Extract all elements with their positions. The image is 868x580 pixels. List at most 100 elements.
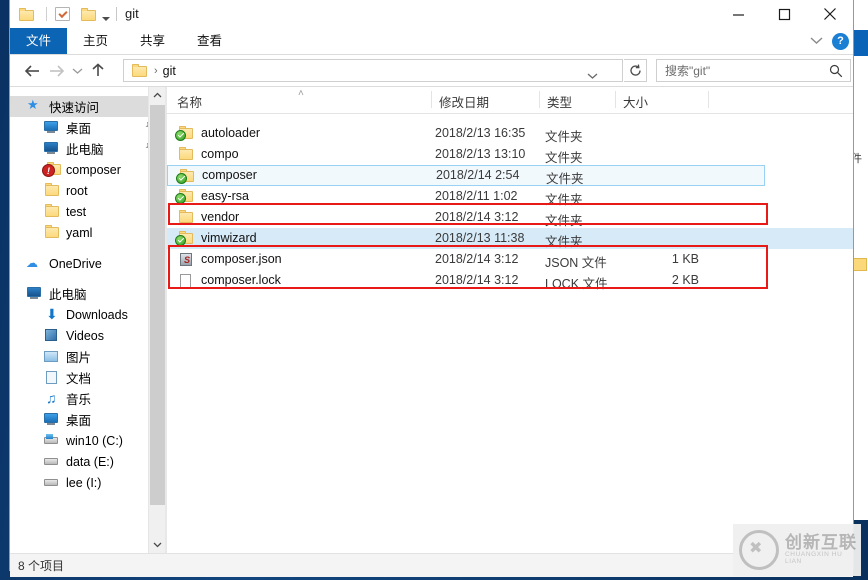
file-name: compo bbox=[201, 147, 239, 161]
breadcrumb-item-git[interactable]: git bbox=[163, 64, 176, 78]
tab-view[interactable]: 查看 bbox=[181, 28, 238, 54]
sidebar-item-music[interactable]: ♫ 音乐 bbox=[10, 388, 165, 409]
refresh-button[interactable] bbox=[624, 59, 647, 82]
sidebar-item-quick-access[interactable]: 快速访问 bbox=[10, 96, 165, 117]
status-item-count: 8 个项目 bbox=[18, 559, 65, 573]
videos-icon bbox=[43, 328, 60, 343]
sidebar-item-yaml[interactable]: yaml bbox=[10, 222, 165, 243]
column-header-type[interactable]: 类型 bbox=[547, 92, 572, 111]
sidebar-item-win10-c[interactable]: win10 (C:) bbox=[10, 430, 165, 451]
file-type: 文件夹 bbox=[546, 172, 584, 186]
watermark-en-text: CHUANGXIN HU LIAN bbox=[785, 551, 843, 565]
recent-locations-button[interactable] bbox=[68, 55, 86, 86]
column-header-date[interactable]: 修改日期 bbox=[439, 92, 489, 111]
breadcrumb-dropdown-icon[interactable] bbox=[587, 69, 598, 83]
table-row[interactable]: composer 2018/2/14 2:54 文件夹 bbox=[167, 165, 765, 186]
scroll-up-button[interactable] bbox=[149, 87, 165, 104]
sidebar-item-downloads[interactable]: ⬇ Downloads bbox=[10, 304, 165, 325]
sidebar-item-label: root bbox=[66, 183, 88, 198]
folder-icon bbox=[43, 183, 60, 198]
qat-new-folder-button[interactable] bbox=[81, 5, 97, 23]
sidebar-item-test[interactable]: test bbox=[10, 201, 165, 222]
sidebar-item-label: 桌面 bbox=[66, 122, 92, 136]
onedrive-icon: ☁ bbox=[26, 256, 38, 270]
column-headers: 名称 ˄ 修改日期 类型 大小 bbox=[167, 87, 853, 114]
folder-synced-icon bbox=[175, 126, 194, 141]
navigation-scrollbar[interactable] bbox=[148, 87, 165, 553]
sidebar-item-documents[interactable]: 文档 bbox=[10, 367, 165, 388]
sidebar-item-label: test bbox=[66, 204, 87, 219]
navigation-pane[interactable]: 快速访问 桌面 此电脑 ! composer bbox=[10, 87, 165, 553]
computer-icon bbox=[43, 141, 60, 156]
minimize-button[interactable] bbox=[715, 0, 761, 28]
watermark-logo-icon bbox=[739, 530, 779, 570]
maximize-button[interactable] bbox=[761, 0, 807, 28]
file-date: 2018/2/13 13:10 bbox=[435, 147, 526, 161]
magnifier-icon[interactable] bbox=[829, 64, 843, 81]
table-row[interactable]: compo 2018/2/13 13:10 文件夹 bbox=[167, 144, 853, 165]
sidebar-item-composer[interactable]: ! composer bbox=[10, 159, 165, 180]
file-date: 2018/2/14 2:54 bbox=[436, 168, 520, 182]
file-date: 2018/2/14 3:12 bbox=[435, 210, 519, 224]
documents-icon bbox=[43, 370, 60, 385]
folder-icon bbox=[81, 7, 97, 21]
file-name: composer.lock bbox=[201, 273, 281, 287]
windows-drive-icon bbox=[43, 433, 60, 448]
scrollbar-thumb[interactable] bbox=[150, 105, 165, 505]
breadcrumb-separator: › bbox=[154, 64, 158, 77]
window-controls bbox=[715, 0, 853, 28]
table-row[interactable]: easy-rsa 2018/2/11 1:02 文件夹 bbox=[167, 186, 853, 207]
sidebar-item-desktop-pc[interactable]: 桌面 bbox=[10, 409, 165, 430]
titlebar: git bbox=[10, 0, 853, 28]
table-row[interactable]: composer.lock 2018/2/14 3:12 LOCK 文件 2 K… bbox=[167, 270, 853, 291]
file-type: 文件夹 bbox=[545, 235, 583, 249]
sidebar-item-videos[interactable]: Videos bbox=[10, 325, 165, 346]
qat-separator bbox=[40, 5, 53, 23]
breadcrumb[interactable]: › git bbox=[123, 59, 623, 82]
address-bar: › git 搜索"git" bbox=[10, 55, 853, 86]
scroll-down-button[interactable] bbox=[149, 536, 165, 553]
desktop-icon bbox=[43, 120, 60, 135]
tab-share[interactable]: 共享 bbox=[124, 28, 181, 54]
up-button[interactable] bbox=[86, 55, 110, 86]
table-row[interactable]: composer.json 2018/2/14 3:12 JSON 文件 1 K… bbox=[167, 249, 853, 270]
sidebar-item-label: Downloads bbox=[66, 307, 128, 322]
properties-checkbox-icon bbox=[55, 7, 70, 21]
file-name: autoloader bbox=[201, 126, 261, 140]
ribbon-expand-button[interactable] bbox=[810, 34, 823, 48]
file-name: easy-rsa bbox=[201, 189, 249, 203]
column-header-name[interactable]: 名称 bbox=[177, 92, 202, 111]
folder-synced-icon bbox=[176, 169, 195, 184]
file-list[interactable]: 名称 ˄ 修改日期 类型 大小 autoloader 2018/2/13 16:… bbox=[167, 87, 853, 553]
folder-icon bbox=[177, 210, 194, 225]
sidebar-item-pictures[interactable]: 图片 bbox=[10, 346, 165, 367]
status-bar: 8 个项目 bbox=[10, 553, 853, 577]
column-header-size[interactable]: 大小 bbox=[623, 92, 648, 111]
pictures-icon bbox=[43, 349, 60, 364]
search-input[interactable]: 搜索"git" bbox=[656, 59, 851, 82]
sidebar-item-root[interactable]: root bbox=[10, 180, 165, 201]
sidebar-item-this-pc[interactable]: 此电脑 bbox=[10, 283, 165, 304]
table-row[interactable]: autoloader 2018/2/13 16:35 文件夹 bbox=[167, 123, 853, 144]
file-name: composer.json bbox=[201, 252, 282, 266]
close-button[interactable] bbox=[807, 0, 853, 28]
sidebar-item-this-pc-qa[interactable]: 此电脑 bbox=[10, 138, 165, 159]
qat-customize-button[interactable] bbox=[102, 10, 110, 28]
sidebar-item-data-e[interactable]: data (E:) bbox=[10, 451, 165, 472]
sidebar-item-onedrive[interactable]: ☁ OneDrive bbox=[10, 253, 165, 274]
file-date: 2018/2/13 11:38 bbox=[435, 231, 525, 245]
tab-file[interactable]: 文件 bbox=[10, 28, 68, 54]
qat-folder-icon[interactable] bbox=[19, 5, 35, 23]
folder-warning-icon: ! bbox=[42, 162, 61, 177]
sidebar-item-lee-i[interactable]: lee (I:) bbox=[10, 472, 165, 493]
sidebar-item-label: 此电脑 bbox=[49, 288, 87, 302]
help-icon[interactable]: ? bbox=[832, 32, 849, 50]
file-date: 2018/2/11 1:02 bbox=[435, 189, 518, 203]
qat-properties-button[interactable] bbox=[55, 5, 70, 23]
sidebar-item-label: OneDrive bbox=[49, 256, 102, 271]
table-row[interactable]: vendor 2018/2/14 3:12 文件夹 bbox=[167, 207, 853, 228]
sidebar-item-desktop[interactable]: 桌面 bbox=[10, 117, 165, 138]
table-row[interactable]: vimwizard 2018/2/13 11:38 文件夹 bbox=[167, 228, 853, 249]
tab-home[interactable]: 主页 bbox=[67, 28, 124, 54]
back-button[interactable] bbox=[20, 55, 44, 86]
